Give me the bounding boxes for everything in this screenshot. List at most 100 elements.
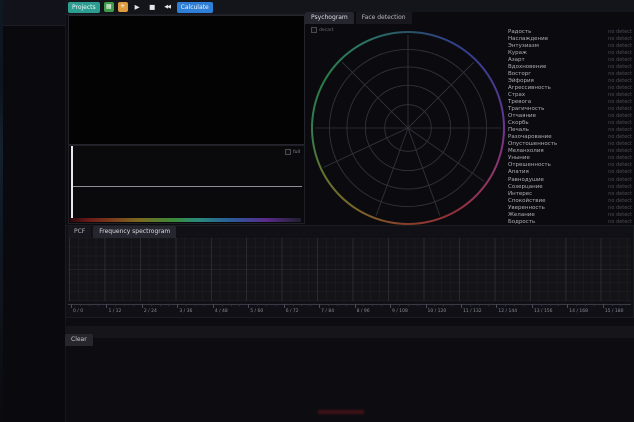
emotion-value: no detect bbox=[608, 212, 632, 218]
left-sidebar bbox=[0, 0, 66, 422]
emotion-row: Восторг no detect bbox=[508, 70, 632, 77]
axis-minor-tick bbox=[399, 304, 400, 306]
image-icon[interactable]: ▦ bbox=[104, 2, 114, 12]
psychogram-panel: Psychogram Face detection decart bbox=[305, 12, 634, 225]
axis-tick-label: 11 / 132 bbox=[463, 309, 482, 314]
axis-tick-label: 1 / 12 bbox=[108, 309, 121, 314]
emotion-name: Восторг bbox=[508, 71, 531, 77]
emotion-row: Желаниеno detect bbox=[508, 211, 632, 218]
emotion-row: Куражno detect bbox=[508, 49, 632, 56]
emotion-value: no detect bbox=[608, 57, 632, 63]
emotion-row: Созерцание no detect bbox=[508, 183, 632, 190]
tab-face-detection[interactable]: Face detection bbox=[356, 12, 412, 24]
waveform-zero-line bbox=[73, 186, 302, 187]
axis-major-tick bbox=[142, 304, 143, 308]
axis-minor-tick bbox=[337, 304, 338, 306]
axis-tick-label: 0 / 0 bbox=[73, 309, 83, 314]
axis-tick-label: 7 / 84 bbox=[321, 309, 334, 314]
play-icon[interactable]: ▶ bbox=[132, 2, 143, 12]
emotion-name: Уныние bbox=[508, 155, 530, 161]
emotion-value: no detect bbox=[608, 78, 632, 84]
projects-button[interactable]: Projects bbox=[68, 2, 100, 13]
axis-minor-tick bbox=[239, 304, 240, 306]
emotion-name: Отрешенность bbox=[508, 162, 551, 168]
axis-minor-tick bbox=[186, 304, 187, 306]
emotion-row: Опустошенность no detect bbox=[508, 141, 632, 148]
emotion-row: Интерес no detect bbox=[508, 190, 632, 197]
emotion-value: no detect bbox=[608, 85, 632, 91]
axis-minor-tick bbox=[514, 304, 515, 306]
edge-scroll-strip bbox=[0, 0, 3, 422]
emotion-value: no detect bbox=[608, 198, 632, 204]
emotion-name: Бодрость bbox=[508, 219, 535, 225]
axis-tick-label: 9 / 108 bbox=[392, 309, 408, 314]
emotion-row: Скорбьno detect bbox=[508, 120, 632, 127]
emotion-value: no detect bbox=[608, 106, 632, 112]
full-checkbox[interactable] bbox=[285, 149, 291, 155]
emotion-value: no detect bbox=[608, 29, 632, 35]
axis-minor-tick bbox=[479, 304, 480, 306]
emotion-name: Кураж bbox=[508, 50, 527, 56]
axis-major-tick bbox=[496, 304, 497, 308]
emotion-name: Радость bbox=[508, 29, 531, 35]
axis-major-tick bbox=[426, 304, 427, 308]
axis-minor-tick bbox=[363, 304, 364, 306]
playhead-cursor[interactable] bbox=[71, 146, 73, 221]
psychogram-grid bbox=[311, 31, 505, 225]
axis-minor-tick bbox=[160, 304, 161, 306]
emotion-name: Апатия bbox=[508, 169, 529, 175]
settings-icon[interactable]: ✳ bbox=[118, 2, 128, 12]
waveform-panel[interactable]: full bbox=[68, 145, 305, 224]
axis-minor-tick bbox=[594, 304, 595, 306]
tab-pcf[interactable]: PCF bbox=[68, 226, 91, 238]
psychogram-chart bbox=[311, 31, 505, 225]
full-checkbox-row[interactable]: full bbox=[285, 149, 300, 155]
emotion-row: Радость no detect bbox=[508, 28, 632, 35]
emotion-value: no detect bbox=[608, 184, 632, 190]
axis-minor-tick bbox=[98, 304, 99, 306]
emotion-row: Отчаяниеno detect bbox=[508, 113, 632, 120]
axis-minor-tick bbox=[168, 304, 169, 306]
axis-minor-tick bbox=[620, 304, 621, 306]
axis-minor-tick bbox=[372, 304, 373, 306]
emotion-value: no detect bbox=[608, 92, 632, 98]
rewind-icon[interactable]: ◀◀ bbox=[162, 2, 173, 12]
emotion-row: Уныние no detect bbox=[508, 155, 632, 162]
emotion-row: Трагичностьno detect bbox=[508, 106, 632, 113]
emotion-name: Опустошенность bbox=[508, 141, 557, 147]
axis-major-tick bbox=[71, 304, 72, 308]
axis-major-tick bbox=[355, 304, 356, 308]
emotion-value: no detect bbox=[608, 205, 632, 211]
tab-frequency-spectrogram[interactable]: Frequency spectrogram bbox=[93, 226, 176, 238]
axis-minor-tick bbox=[115, 304, 116, 306]
axis-minor-tick bbox=[470, 304, 471, 306]
emotion-row: Меланхолияno detect bbox=[508, 148, 632, 155]
tab-psychogram[interactable]: Psychogram bbox=[305, 12, 354, 24]
emotion-value: no detect bbox=[608, 43, 632, 49]
axis-tick-label: 15 / 180 bbox=[605, 309, 624, 314]
axis-tick-label: 3 / 36 bbox=[179, 309, 192, 314]
emotion-value: no detect bbox=[608, 155, 632, 161]
emotion-row: Страхno detect bbox=[508, 91, 632, 98]
emotion-name: Интерес bbox=[508, 191, 532, 197]
axis-minor-tick bbox=[434, 304, 435, 306]
emotion-value: no detect bbox=[608, 191, 632, 197]
emotion-row: Печальno detect bbox=[508, 127, 632, 134]
emotion-name: Равнодушие bbox=[508, 177, 544, 183]
calculate-button[interactable]: Calculate bbox=[177, 2, 213, 13]
emotion-name: Энтузиазм bbox=[508, 43, 539, 49]
emotion-value: no detect bbox=[608, 127, 632, 133]
axis-minor-tick bbox=[558, 304, 559, 306]
axis-tick-label: 14 / 168 bbox=[569, 309, 588, 314]
emotion-name: Созерцание bbox=[508, 184, 543, 190]
clear-bar: Clear bbox=[65, 326, 634, 338]
emotion-row: Наслаждениеno detect bbox=[508, 35, 632, 42]
clear-button[interactable]: Clear bbox=[65, 334, 93, 346]
axis-minor-tick bbox=[443, 304, 444, 306]
stop-icon[interactable]: ■ bbox=[147, 2, 158, 12]
emotion-row: Отрешенностьno detect bbox=[508, 162, 632, 169]
emotion-value: no detect bbox=[608, 141, 632, 147]
emotion-value: no detect bbox=[608, 71, 632, 77]
axis-major-tick bbox=[213, 304, 214, 308]
axis-major-tick bbox=[177, 304, 178, 308]
